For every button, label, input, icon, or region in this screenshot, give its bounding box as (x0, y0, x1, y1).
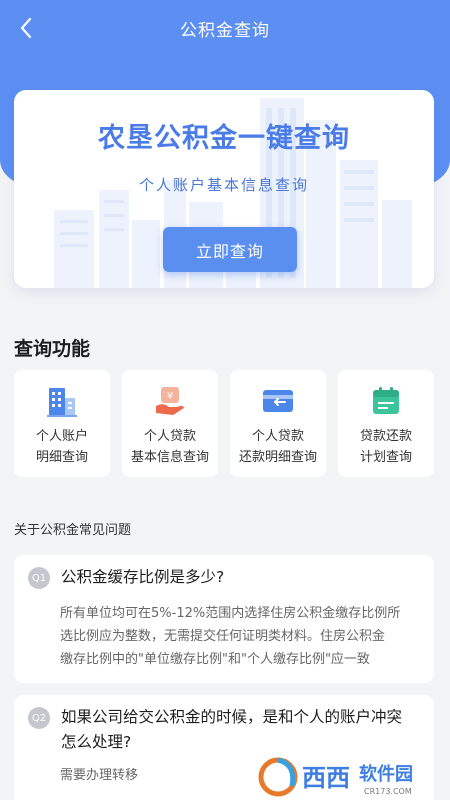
feature-label: 贷款还款 计划查询 (359, 429, 412, 465)
chevron-left-icon (20, 17, 32, 39)
question-badge: Q1 (28, 567, 50, 589)
feature-label: 个人贷款 基本信息查询 (130, 429, 209, 465)
query-now-button[interactable]: 立即查询 (163, 227, 297, 272)
calendar-icon (373, 387, 399, 414)
hero-title: 农垦公积金一键查询 (98, 123, 350, 154)
question-badge: Q2 (28, 707, 50, 729)
faq-question: 如果公司给交公积金的时候，是和个人的账户冲突 怎么处理? (61, 708, 403, 751)
feature-loan-repayment-details[interactable]: 个人贷款 还款明细查询 (230, 370, 326, 477)
svg-text:¥: ¥ (167, 391, 173, 402)
nav-bar: 公积金查询 (0, 0, 450, 56)
site-watermark: 西西 软件园 CR173.COM (258, 757, 413, 797)
watermark-text: 软件园 (359, 763, 413, 785)
card-return-icon (263, 390, 293, 412)
faq-answer: 所有单位均可在5%-12%范围内选择住房公积金缴存比例所 选比例应为整数，无需提… (60, 606, 401, 667)
building-icon (47, 388, 77, 417)
page-title: 公积金查询 (180, 20, 270, 41)
watermark-brand: 西西 (302, 764, 350, 792)
feature-loan-info[interactable]: ¥ 个人贷款 基本信息查询 (122, 370, 218, 477)
faq-section-title: 关于公积金常见问题 (14, 523, 132, 538)
watermark-url: CR173.COM (364, 787, 412, 796)
faq-item[interactable]: Q1 公积金缓存比例是多少? 所有单位均可在5%-12%范围内选择住房公积金缴存… (14, 555, 434, 683)
hero-card: 农垦公积金一键查询 个人账户基本信息查询 立即查询 (14, 90, 434, 288)
feature-label: 个人贷款 还款明细查询 (238, 429, 317, 465)
back-button[interactable] (14, 14, 38, 42)
features-grid: 个人账户 明细查询 ¥ 个人贷款 基本信息查询 个人贷款 还款明细查询 贷款还款… (14, 370, 434, 477)
feature-account-details[interactable]: 个人账户 明细查询 (14, 370, 110, 477)
hero-subtitle: 个人账户基本信息查询 (138, 176, 309, 194)
loan-coin-icon: ¥ (156, 387, 184, 415)
features-section-title: 查询功能 (14, 338, 91, 360)
faq-question: 公积金缓存比例是多少? (61, 568, 225, 586)
feature-label: 个人账户 明细查询 (35, 429, 88, 465)
feature-repayment-plan[interactable]: 贷款还款 计划查询 (338, 370, 434, 477)
